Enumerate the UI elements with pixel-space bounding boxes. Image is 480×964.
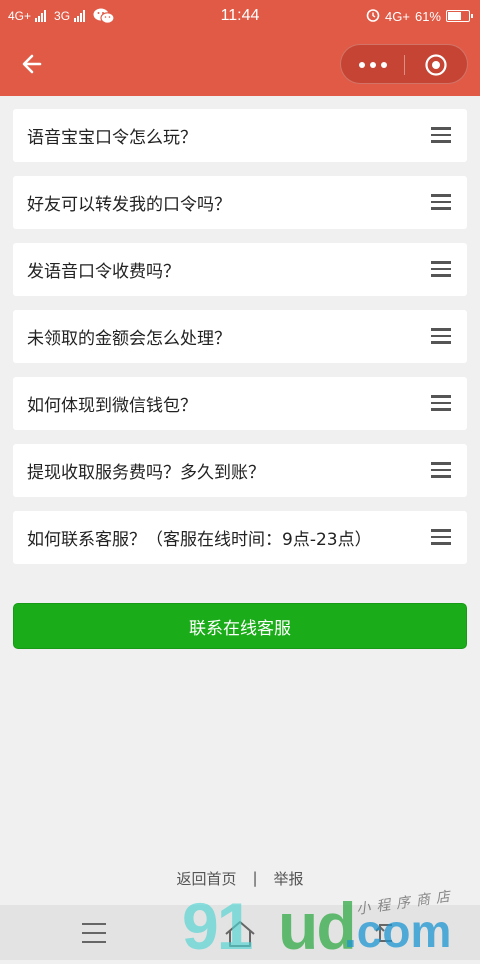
- battery-icon: [446, 10, 473, 22]
- more-dots-icon[interactable]: [341, 45, 404, 85]
- status-bar: 4G+ 3G 11:44 4G+ 61%: [0, 0, 480, 32]
- faq-item[interactable]: 好友可以转发我的口令吗？: [13, 176, 467, 229]
- faq-list: 语音宝宝口令怎么玩？ 好友可以转发我的口令吗？ 发语音口令收费吗？ 未领取的金额…: [13, 109, 467, 578]
- back-arrow-icon[interactable]: [16, 48, 48, 80]
- menu-lines-icon: [431, 194, 451, 210]
- menu-lines-icon: [431, 328, 451, 344]
- capsule-menu: [340, 44, 468, 84]
- hamburger-menu-icon[interactable]: [82, 923, 106, 943]
- footer-links: 返回首页 | 举报: [0, 866, 480, 890]
- faq-label: 如何联系客服？（客服在线时间：9点-23点）: [27, 530, 372, 550]
- faq-label: 发语音口令收费吗？: [27, 262, 180, 282]
- menu-lines-icon: [431, 261, 451, 277]
- faq-label: 好友可以转发我的口令吗？: [27, 195, 231, 215]
- faq-item[interactable]: 未领取的金额会怎么处理？: [13, 310, 467, 363]
- home-icon[interactable]: [222, 919, 258, 949]
- faq-label: 语音宝宝口令怎么玩？: [27, 128, 197, 148]
- footer-separator: |: [252, 869, 258, 887]
- system-back-icon[interactable]: [372, 921, 398, 945]
- system-nav-bar: [0, 905, 480, 960]
- faq-item[interactable]: 如何联系客服？（客服在线时间：9点-23点）: [13, 511, 467, 564]
- alarm-icon: [366, 8, 380, 25]
- home-link[interactable]: 返回首页: [176, 868, 236, 889]
- faq-item[interactable]: 发语音口令收费吗？: [13, 243, 467, 296]
- faq-item[interactable]: 语音宝宝口令怎么玩？: [13, 109, 467, 162]
- faq-label: 如何体现到微信钱包？: [27, 396, 197, 416]
- target-close-icon[interactable]: [404, 45, 467, 85]
- status-right: 4G+ 61%: [366, 0, 473, 32]
- faq-item[interactable]: 如何体现到微信钱包？: [13, 377, 467, 430]
- menu-lines-icon: [431, 529, 451, 545]
- faq-label: 提现收取服务费吗？多久到账？: [27, 463, 265, 483]
- faq-label: 未领取的金额会怎么处理？: [27, 329, 231, 349]
- report-link[interactable]: 举报: [274, 868, 304, 889]
- battery-percent: 61%: [414, 8, 441, 24]
- network-label-right: 4G+: [385, 8, 410, 24]
- menu-lines-icon: [431, 395, 451, 411]
- menu-lines-icon: [431, 127, 451, 143]
- contact-support-button[interactable]: 联系在线客服: [13, 603, 467, 649]
- menu-lines-icon: [431, 462, 451, 478]
- nav-bar: [0, 32, 480, 96]
- faq-item[interactable]: 提现收取服务费吗？多久到账？: [13, 444, 467, 497]
